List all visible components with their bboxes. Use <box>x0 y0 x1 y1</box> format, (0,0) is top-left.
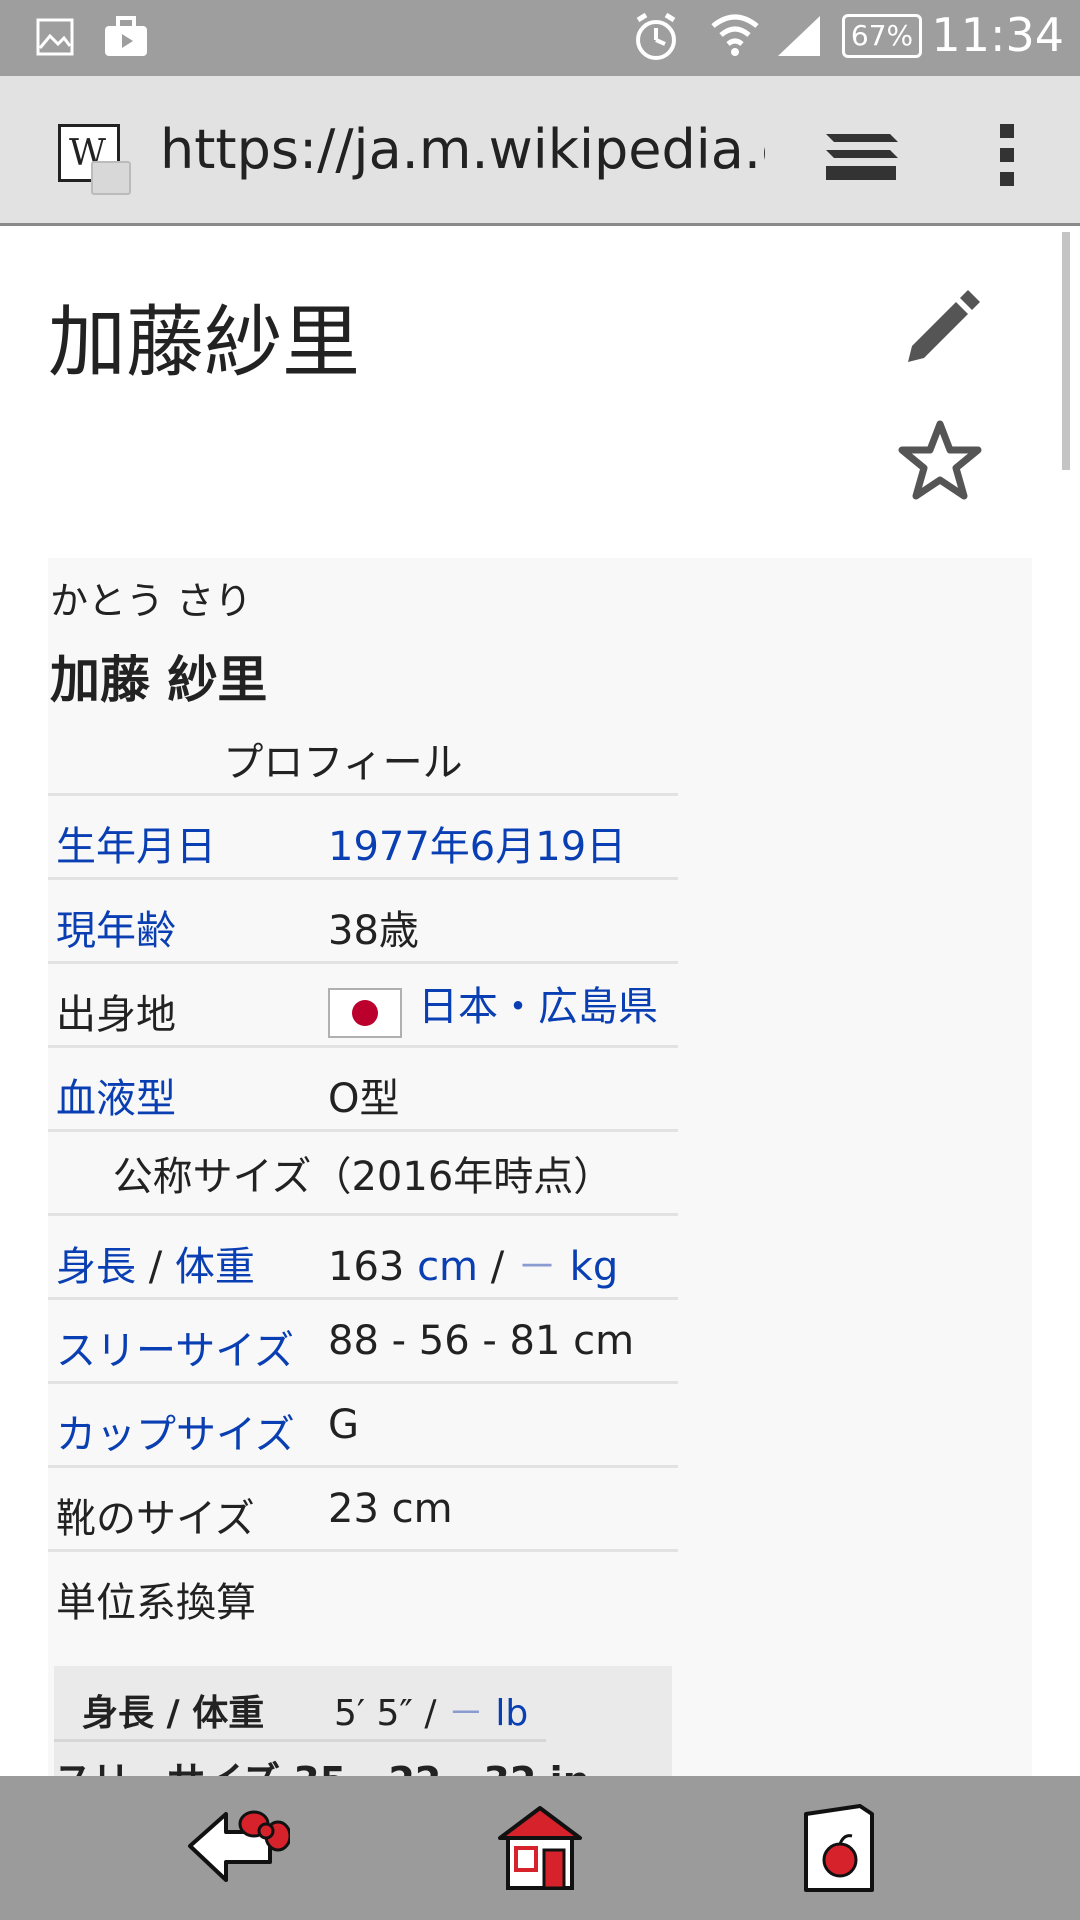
tabs-icon[interactable] <box>826 128 900 184</box>
three-size-link[interactable]: スリーサイズ <box>56 1318 294 1376</box>
japan-flag-icon <box>328 988 402 1038</box>
kg-link[interactable]: kg <box>570 1244 619 1290</box>
unit-height-weight-value: 5′ 5″ / － lb <box>334 1693 529 1734</box>
name-kana: かとう さり <box>50 579 253 623</box>
height-weight-value: 163 cm / － kg <box>328 1244 619 1290</box>
battery-icon: 67% <box>842 14 922 58</box>
birthdate-link[interactable]: 生年月日 <box>56 814 216 872</box>
table-row: 身長 / 体重 163 cm / － kg <box>48 1216 678 1300</box>
table-row: 単位系換算 <box>48 1552 678 1636</box>
scrollbar[interactable] <box>1062 232 1070 470</box>
weight-link[interactable]: 体重 <box>175 1244 255 1290</box>
three-size-value: 88 - 56 - 81 cm <box>328 1318 635 1364</box>
back-arrow-bow-icon[interactable] <box>186 1806 290 1890</box>
age-value: 38歳 <box>328 908 419 954</box>
profile-header: プロフィール <box>223 740 463 786</box>
shoe-size-value: 23 cm <box>328 1486 453 1532</box>
image-icon <box>36 18 74 56</box>
age-link[interactable]: 現年齢 <box>56 898 176 956</box>
home-house-icon[interactable] <box>496 1804 584 1894</box>
table-row: カップサイズ G <box>48 1384 678 1468</box>
unit-conversion-row: 身長 / 体重 5′ 5″ / － lb <box>54 1666 546 1742</box>
height-weight-label: 身長 / 体重 <box>56 1244 255 1290</box>
size-header-row: 公称サイズ（2016年時点） <box>48 1132 678 1216</box>
unit-height-weight-label: 身長 / 体重 <box>82 1693 265 1734</box>
profile-header-row: プロフィール <box>48 718 678 796</box>
url-field[interactable]: https://ja.m.wikipedia.org <box>160 118 765 181</box>
table-row: 生年月日 1977年6月19日 <box>48 796 678 880</box>
birthdate-value-link[interactable]: 1977年6月19日 <box>328 814 626 872</box>
alarm-icon <box>636 12 676 60</box>
menu-icon[interactable] <box>996 122 1020 188</box>
table-row: スリーサイズ 88 - 56 - 81 cm <box>48 1300 678 1384</box>
table-row: 血液型 O型 <box>48 1048 678 1132</box>
name-heading: 加藤 紗里 <box>50 651 268 709</box>
profile-table: プロフィール 生年月日 1977年6月19日 現年齢 38歳 出身地 日本・広島… <box>48 718 678 1636</box>
table-row: 靴のサイズ 23 cm <box>48 1468 678 1552</box>
lb-link[interactable]: lb <box>484 1693 528 1734</box>
cup-size-link[interactable]: カップサイズ <box>56 1402 295 1460</box>
battery-level: 67% <box>850 19 914 52</box>
lock-icon <box>91 161 131 195</box>
blood-type-link[interactable]: 血液型 <box>56 1066 176 1124</box>
table-row: 出身地 日本・広島県 <box>48 964 678 1048</box>
shoe-size-label: 靴のサイズ <box>56 1496 255 1542</box>
clock: 11:34 <box>931 8 1064 62</box>
wikipedia-lock-icon[interactable]: W <box>58 124 131 195</box>
signal-icon <box>778 16 820 56</box>
unit-conversion-label: 単位系換算 <box>56 1580 256 1626</box>
wifi-icon <box>711 14 759 56</box>
birthplace-value: 日本・広島県 <box>328 974 658 1038</box>
cup-size-value: G <box>328 1402 359 1448</box>
birthplace-label: 出身地 <box>56 992 176 1038</box>
briefcase-icon <box>105 16 147 56</box>
height-link[interactable]: 身長 <box>56 1244 136 1290</box>
birthplace-link[interactable]: 日本・広島県 <box>418 984 658 1030</box>
table-row: 現年齢 38歳 <box>48 880 678 964</box>
blood-type-value: O型 <box>328 1076 400 1122</box>
apple-card-icon[interactable] <box>800 1804 876 1894</box>
edit-icon[interactable] <box>900 284 984 368</box>
browser-toolbar: W https://ja.m.wikipedia.org <box>0 76 1080 226</box>
page-title: 加藤紗里 <box>48 298 361 388</box>
bottom-nav-bar <box>0 1776 1080 1920</box>
size-header: 公称サイズ（2016年時点） <box>112 1154 614 1200</box>
star-icon[interactable] <box>898 420 982 500</box>
cm-link[interactable]: cm <box>417 1244 478 1290</box>
status-bar: 67% 11:34 <box>0 0 1080 76</box>
